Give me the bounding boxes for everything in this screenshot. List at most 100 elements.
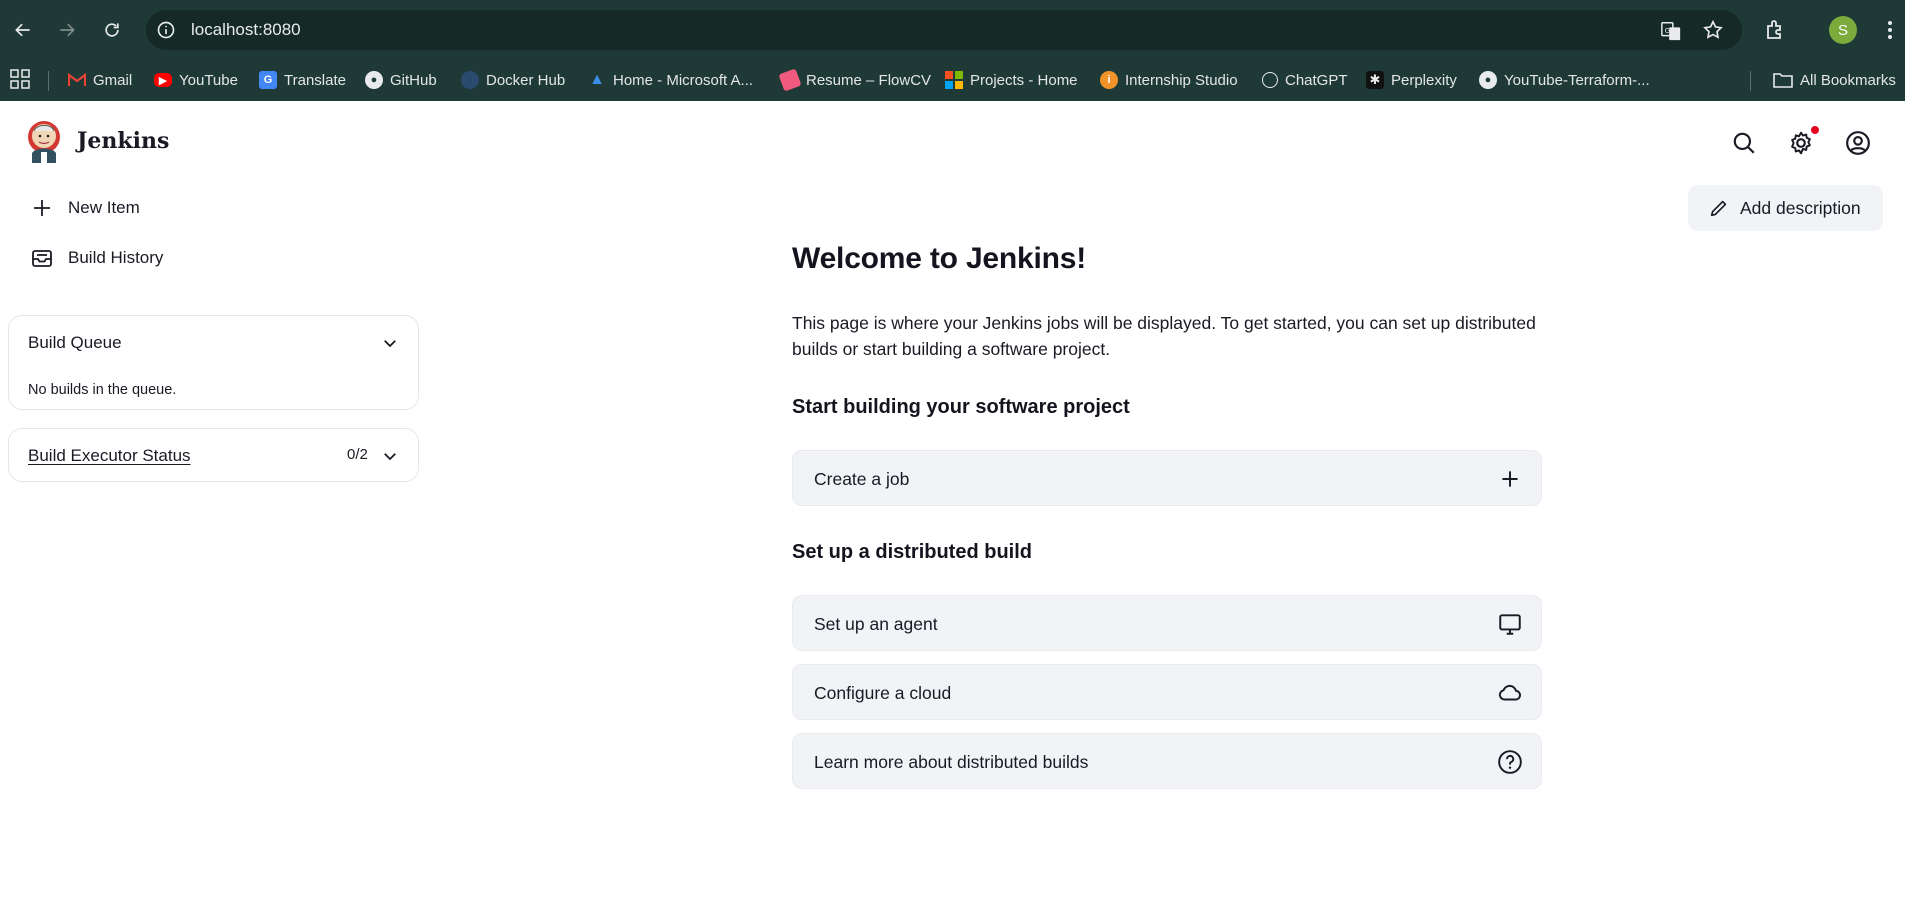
bookmark-label: Resume – FlowCV [806, 71, 932, 89]
github-icon: ● [365, 71, 383, 89]
sidebar-item-label: New Item [68, 198, 140, 217]
translate-icon: G [259, 71, 277, 89]
bookmark-internship-studio[interactable]: i Internship Studio [1100, 68, 1238, 92]
bookmark-label: Home - Microsoft A... [613, 71, 754, 89]
youtube-icon: ▶ [154, 73, 172, 87]
bookmark-label: GitHub [390, 71, 437, 89]
bookmark-label: Gmail [93, 71, 133, 89]
bookmark-youtube-terraform[interactable]: ● YouTube-Terraform-... [1479, 68, 1650, 92]
build-queue-title[interactable]: Build Queue [28, 333, 122, 353]
jenkins-brand-title[interactable]: Jenkins [77, 128, 169, 154]
all-bookmarks-button[interactable]: All Bookmarks [1773, 68, 1896, 92]
manage-jenkins-button[interactable] [1787, 129, 1815, 157]
jenkins-logo-icon[interactable] [26, 119, 62, 165]
add-description-label: Add description [1740, 197, 1861, 218]
intro-text: This page is where your Jenkins jobs wil… [792, 313, 1536, 359]
plus-icon [34, 200, 50, 216]
bookmarks-bar: Gmail ▶ YouTube G Translate ● GitHub Doc… [0, 60, 1905, 101]
action-label: Create a job [814, 469, 910, 489]
address-bar[interactable]: localhost:8080 G [146, 10, 1742, 50]
reload-icon [105, 23, 119, 37]
bookmarks-divider [1750, 71, 1751, 91]
bookmarks-divider [48, 71, 49, 91]
learn-distributed-builds-button[interactable]: Learn more about distributed builds [792, 733, 1542, 789]
browser-toolbar: localhost:8080 G S [0, 0, 1905, 60]
bookmark-star-icon[interactable] [1702, 19, 1724, 41]
bookmark-label: YouTube-Terraform-... [1504, 71, 1650, 89]
user-circle-icon [1846, 131, 1870, 155]
apps-grid-icon[interactable] [10, 69, 30, 89]
jenkins-header: Jenkins [0, 101, 1905, 181]
page-title: Welcome to Jenkins! [792, 242, 1087, 275]
bookmark-flowcv[interactable]: Resume – FlowCV [778, 68, 932, 92]
sidebar-item-build-history[interactable]: Build History [30, 243, 163, 273]
bookmark-docker-hub[interactable]: Docker Hub [461, 68, 565, 92]
github-icon: ● [1479, 71, 1497, 89]
add-description-button[interactable]: Add description [1688, 185, 1883, 231]
folder-icon [1773, 73, 1793, 88]
chevron-down-icon[interactable] [381, 334, 399, 352]
gear-icon [1791, 131, 1811, 155]
executor-count: 0/2 [347, 446, 368, 463]
action-label: Configure a cloud [814, 683, 952, 703]
build-executor-status-panel: Build Executor Status 0/2 [8, 428, 419, 482]
notification-dot [1811, 126, 1819, 134]
cloud-icon [1498, 684, 1521, 701]
set-up-agent-button[interactable]: Set up an agent [792, 595, 1542, 651]
user-account-button[interactable] [1844, 129, 1872, 157]
microsoft-icon [945, 71, 963, 89]
build-queue-panel: Build Queue No builds in the queue. [8, 315, 419, 410]
configure-cloud-button[interactable]: Configure a cloud [792, 664, 1542, 720]
perplexity-icon: ✱ [1366, 71, 1384, 89]
browser-chrome: localhost:8080 G S Gmail ▶ YouTube G Tra… [0, 0, 1905, 101]
inbox-icon [32, 250, 52, 267]
section-title-software: Start building your software project [792, 396, 1130, 418]
sidebar-item-label: Build History [68, 248, 164, 267]
bookmark-youtube[interactable]: ▶ YouTube [154, 68, 238, 92]
section-title-distributed: Set up a distributed build [792, 541, 1032, 563]
action-label: Set up an agent [814, 614, 938, 634]
search-button[interactable] [1730, 129, 1758, 157]
gmail-icon [68, 71, 86, 89]
profile-avatar[interactable]: S [1829, 16, 1857, 44]
internship-studio-icon: i [1100, 71, 1118, 89]
bookmark-chatgpt[interactable]: ChatGPT [1262, 68, 1348, 92]
chevron-down-icon[interactable] [381, 447, 399, 465]
arrow-left-icon [15, 23, 30, 37]
bookmark-label: ChatGPT [1285, 71, 1348, 89]
translate-page-icon[interactable]: G [1660, 20, 1682, 42]
chatgpt-icon [1262, 72, 1278, 88]
svg-text:G: G [1665, 26, 1671, 35]
bookmark-label: Perplexity [1391, 71, 1457, 89]
create-a-job-button[interactable]: Create a job [792, 450, 1542, 506]
extensions-icon[interactable] [1763, 18, 1787, 42]
more-options-icon[interactable] [1880, 18, 1900, 42]
bookmark-projects-home[interactable]: Projects - Home [945, 68, 1078, 92]
bookmark-github[interactable]: ● GitHub [365, 68, 437, 92]
bookmark-label: Internship Studio [1125, 71, 1238, 89]
azure-icon: ▲ [589, 71, 605, 88]
search-icon [1733, 132, 1755, 154]
bookmark-gmail[interactable]: Gmail [68, 68, 132, 92]
sidebar-item-new-item[interactable]: New Item [30, 193, 140, 223]
plus-icon [1502, 471, 1518, 487]
bookmark-label: Projects - Home [970, 71, 1078, 89]
bookmark-label: YouTube [179, 71, 238, 89]
bookmark-microsoft-azure[interactable]: ▲ Home - Microsoft A... [588, 68, 753, 92]
bookmark-perplexity[interactable]: ✱ Perplexity [1366, 68, 1457, 92]
pencil-icon [1710, 200, 1727, 217]
all-bookmarks-label: All Bookmarks [1800, 71, 1896, 89]
reload-button[interactable] [97, 15, 127, 45]
monitor-icon [1499, 614, 1521, 635]
action-label: Learn more about distributed builds [814, 752, 1089, 772]
forward-button[interactable] [52, 15, 82, 45]
arrow-right-icon [60, 23, 75, 37]
bookmark-translate[interactable]: G Translate [259, 68, 346, 92]
build-queue-empty-text: No builds in the queue. [28, 382, 177, 398]
back-button[interactable] [8, 15, 38, 45]
site-info-icon[interactable] [156, 20, 176, 40]
bookmark-label: Docker Hub [486, 71, 566, 89]
url-text[interactable]: localhost:8080 [191, 20, 301, 40]
bookmark-label: Translate [284, 71, 346, 89]
build-executor-status-link[interactable]: Build Executor Status [28, 446, 191, 466]
